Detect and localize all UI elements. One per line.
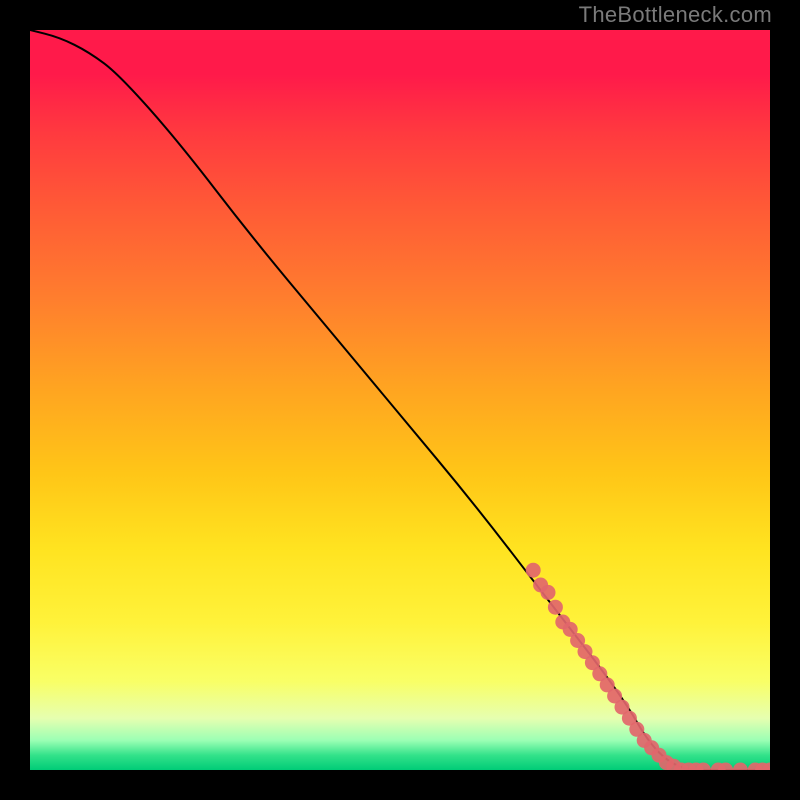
highlight-point (733, 763, 748, 771)
plot-area (30, 30, 770, 770)
highlight-point (541, 585, 556, 600)
highlight-point (526, 563, 541, 578)
highlight-point (548, 600, 563, 615)
watermark-text: TheBottleneck.com (579, 2, 772, 28)
bottleneck-curve (30, 30, 770, 770)
chart-frame: TheBottleneck.com (0, 0, 800, 800)
curve-layer (30, 30, 770, 770)
highlight-points-group (526, 563, 770, 770)
